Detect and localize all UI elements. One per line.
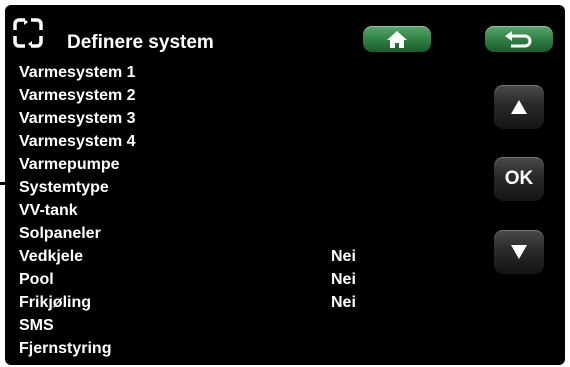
menu-item-sms[interactable]: SMS [19, 314, 379, 337]
menu-item-label: Vedkjele [19, 248, 84, 265]
scroll-up-button[interactable] [494, 85, 544, 129]
menu-item-varmesystem-1[interactable]: Varmesystem 1 [19, 61, 379, 84]
back-arrow-icon [505, 31, 532, 48]
menu-item-label: Fjernstyring [19, 340, 112, 357]
up-triangle-icon [511, 100, 527, 114]
scroll-down-button[interactable] [494, 230, 544, 274]
menu-item-label: Frikjøling [19, 294, 91, 311]
ok-button[interactable]: OK [494, 157, 544, 201]
menu-item-varmesystem-3[interactable]: Varmesystem 3 [19, 107, 379, 130]
menu-item-label: Varmesystem 4 [19, 133, 136, 150]
page-title: Definere system [67, 32, 214, 53]
menu-item-pool[interactable]: Pool Nei [19, 268, 379, 291]
menu-item-value: Nei [331, 248, 356, 265]
menu-item-label: Varmesystem 1 [19, 64, 136, 81]
menu-item-varmepumpe[interactable]: Varmepumpe [19, 153, 379, 176]
home-icon [387, 31, 407, 48]
menu-item-vedkjele[interactable]: Vedkjele Nei [19, 245, 379, 268]
menu-item-label: SMS [19, 317, 54, 334]
menu-item-label: Varmesystem 3 [19, 110, 136, 127]
sync-frame-icon [12, 17, 44, 49]
menu-item-label: VV-tank [19, 202, 78, 219]
menu-item-value: Nei [331, 294, 356, 311]
menu-item-systemtype[interactable]: Systemtype [19, 176, 379, 199]
menu-item-label: Varmepumpe [19, 156, 120, 173]
menu-item-frikjoling[interactable]: Frikjøling Nei [19, 291, 379, 314]
menu-item-vv-tank[interactable]: VV-tank [19, 199, 379, 222]
menu-item-label: Solpaneler [19, 225, 101, 242]
down-triangle-icon [511, 245, 527, 259]
ok-label: OK [504, 168, 534, 189]
home-button[interactable] [363, 26, 431, 52]
menu-item-varmesystem-4[interactable]: Varmesystem 4 [19, 130, 379, 153]
menu-item-fjernstyring[interactable]: Fjernstyring [19, 337, 379, 360]
system-menu: Varmesystem 1 Varmesystem 2 Varmesystem … [19, 61, 379, 360]
menu-item-label: Systemtype [19, 179, 109, 196]
display-screen: Definere system OK Varmesystem 1 Varmesy… [5, 5, 565, 365]
menu-item-solpaneler[interactable]: Solpaneler [19, 222, 379, 245]
menu-item-varmesystem-2[interactable]: Varmesystem 2 [19, 84, 379, 107]
menu-item-label: Pool [19, 271, 54, 288]
menu-item-value: Nei [331, 271, 356, 288]
back-button[interactable] [485, 26, 553, 52]
menu-item-label: Varmesystem 2 [19, 87, 136, 104]
